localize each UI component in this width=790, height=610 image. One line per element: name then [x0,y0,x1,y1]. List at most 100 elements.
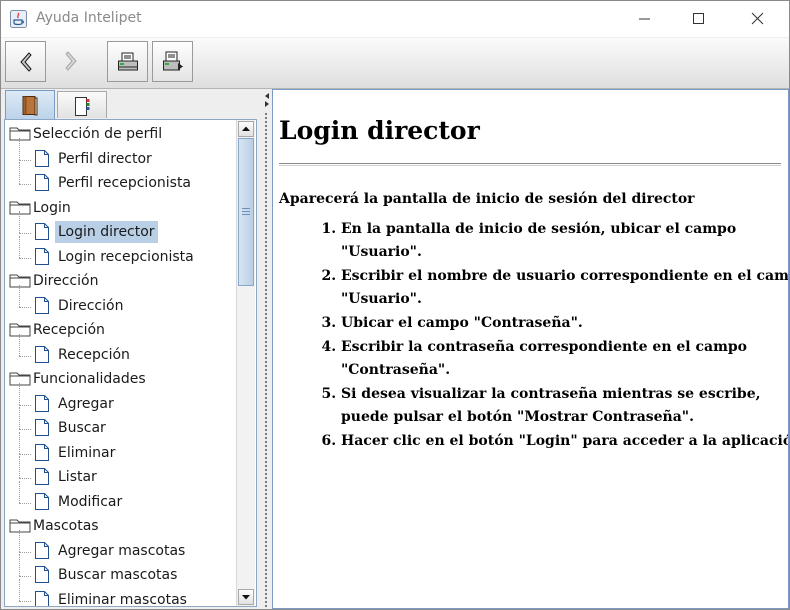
print-button[interactable] [107,41,148,82]
splitter-grip-dot [265,529,267,531]
splitter-grip-dot [265,577,267,579]
window-title: Ayuda Intelipet [36,10,142,26]
splitter-grip-dot [265,429,267,431]
tree-connector [19,233,31,234]
splitter-grip-dot [265,569,267,571]
tree-connector [19,600,31,602]
splitter-grip-dot [265,525,267,527]
splitter-grip-dot [265,573,267,575]
splitter-grip-dot [265,329,267,331]
splitter-grip-dot [265,473,267,475]
tab-contents[interactable] [5,90,55,119]
step-item: Ubicar el campo "Contraseña". [341,312,788,335]
tree-connector [19,306,31,308]
tree-connector [19,235,20,258]
splitter-grip-dot [265,565,267,567]
splitter-grip-dot [265,253,267,255]
tree-item-label: Recepción [58,346,130,363]
splitter-grip-dot [265,381,267,383]
tab-index[interactable] [57,91,107,118]
pane-splitter[interactable] [263,89,272,609]
splitter-grip-dot [265,521,267,523]
splitter-grip-dot [265,409,267,411]
splitter-grip-dot [265,245,267,247]
splitter-grip-dot [265,137,267,139]
splitter-grip-dot [265,509,267,511]
tree-connector [19,529,20,552]
page-icon [34,492,50,518]
step-item: En la pantalla de inicio de sesión, ubic… [341,218,788,264]
splitter-grip-dot [265,489,267,491]
splitter-grip-dot [265,497,267,499]
tree-scrollbar[interactable] [236,120,255,606]
tree-connector [19,333,20,356]
tree-connector [19,137,20,160]
splitter-grip-dot [265,581,267,583]
splitter-grip-dot [265,145,267,147]
toolbar [1,38,789,89]
title-bar[interactable]: Ayuda Intelipet [1,1,789,37]
tree-connector [19,382,20,405]
splitter-grip-dot [265,193,267,195]
folder-icon [9,321,31,344]
splitter-grip-dot [265,553,267,555]
scroll-thumb[interactable] [238,138,254,286]
splitter-grip-dot [265,517,267,519]
contents-tree-panel: Selección de perfil Perfil director Perfil… [4,119,257,607]
splitter-grip-dot [265,397,267,399]
tree-item-label: Selección de perfil [33,126,163,142]
splitter-grip-dot [265,133,267,135]
splitter-grip-dot [265,401,267,403]
splitter-grip-dot [265,269,267,271]
splitter-grip-dot [265,301,267,303]
tree-connector [19,502,31,504]
tree-connector [19,456,20,478]
splitter-grip-dot [265,461,267,463]
page-icon [34,222,50,248]
tree-item-label: Mascotas [33,518,99,534]
folder-icon [9,517,31,540]
tree-connector [19,429,31,430]
minimize-icon [639,18,650,20]
close-button[interactable] [736,1,782,37]
splitter-grip-dot [265,601,267,603]
page-icon [34,394,50,420]
splitter-grip-dot [265,241,267,243]
splitter-grip-dot [265,293,267,295]
splitter-grip-dot [265,221,267,223]
forward-button[interactable] [51,41,92,82]
splitter-grip-dot [265,481,267,483]
page-setup-button[interactable] [152,41,193,82]
tree-item-label: Buscar mascotas [58,567,178,583]
splitter-grip-dot [265,425,267,427]
tree-item-label: Dirección [58,297,124,314]
tree-item-label: Agregar mascotas [58,542,186,559]
scroll-grip-line [242,214,250,215]
splitter-grip-dot [265,513,267,515]
minimize-button[interactable] [623,1,669,37]
splitter-grip-dot [265,149,267,151]
splitter-grip-dot [265,405,267,407]
splitter-grip-dot [265,561,267,563]
tree-connector [19,578,20,601]
scroll-up-button[interactable] [238,121,254,137]
page-icon [34,565,50,591]
splitter-grip-dot [265,273,267,275]
page-icon [34,467,50,493]
maximize-button[interactable] [677,1,723,37]
contents-tree[interactable]: Selección de perfil Perfil director Perfil… [5,120,236,606]
tree-connector [19,576,31,577]
splitter-grip-dot [265,593,267,595]
splitter-grip-dot [265,321,267,323]
splitter-grip-dot [265,465,267,467]
splitter-grip-dot [265,333,267,335]
splitter-grip-dot [265,217,267,219]
tree-item-label: Login director [55,221,158,243]
triangle-down-icon [242,595,250,600]
tree-connector [19,159,31,161]
splitter-grip-dot [265,113,267,115]
scroll-down-button[interactable] [238,589,254,605]
back-button[interactable] [5,41,46,82]
splitter-grip-dot [265,485,267,487]
splitter-grip-dot [265,549,267,551]
